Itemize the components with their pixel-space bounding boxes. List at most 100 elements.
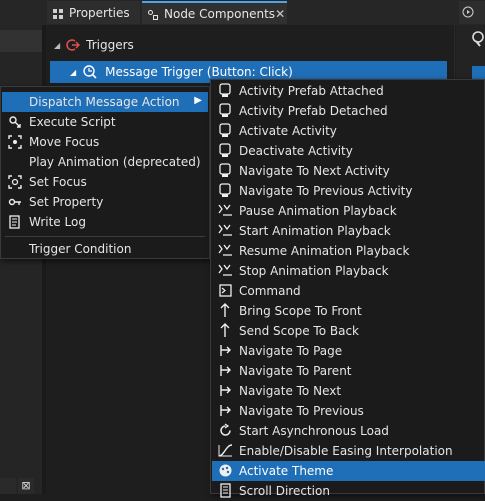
submenu-item-label: Deactivate Activity: [239, 144, 353, 158]
submenu-item-label: Navigate To Previous: [239, 404, 364, 418]
dispatch-message-submenu: Activity Prefab Attached Activity Prefab…: [210, 79, 485, 498]
close-box-icon[interactable]: ⊠: [18, 478, 34, 494]
animation-icon: [218, 263, 233, 278]
menu-item-label: Write Log: [29, 215, 86, 229]
submenu-item-deactivate-activity[interactable]: Deactivate Activity: [212, 141, 485, 161]
submenu-item-navigate-to-next[interactable]: Navigate To Next: [212, 381, 485, 401]
menu-item-trigger-condition[interactable]: Trigger Condition: [2, 239, 208, 259]
submenu-item-pause-animation-playback[interactable]: Pause Animation Playback: [212, 201, 485, 221]
submenu-item-navigate-to-previous[interactable]: Navigate To Previous: [212, 401, 485, 421]
submenu-arrow-icon: ▶: [194, 95, 202, 106]
action-context-menu: Dispatch Message Action ▶ Execute Script…: [0, 86, 210, 259]
tab-preview[interactable]: [459, 1, 485, 24]
submenu-item-label: Activity Prefab Attached: [239, 84, 384, 98]
navigate-icon: [218, 363, 233, 378]
submenu-item-stop-animation-playback[interactable]: Stop Animation Playback: [212, 261, 485, 281]
scroll-icon: [218, 483, 233, 498]
triggers-header[interactable]: ◢ Triggers: [48, 35, 454, 55]
submenu-item-activity-prefab-attached[interactable]: Activity Prefab Attached: [212, 81, 485, 101]
submenu-item-label: Stop Animation Playback: [239, 264, 389, 278]
tab-properties-label: Properties: [69, 5, 130, 20]
submenu-item-label: Navigate To Previous Activity: [239, 184, 413, 198]
menu-item-write-log[interactable]: Write Log: [2, 212, 208, 232]
activity-icon: [218, 183, 233, 198]
collapse-arrow-icon[interactable]: ◢: [70, 68, 76, 77]
animation-icon: [218, 223, 233, 238]
submenu-item-navigate-to-page[interactable]: Navigate To Page: [212, 341, 485, 361]
submenu-item-bring-scope-to-front[interactable]: Bring Scope To Front: [212, 301, 485, 321]
submenu-item-label: Navigate To Next Activity: [239, 164, 390, 178]
components-icon: [148, 9, 158, 20]
async-load-icon: [218, 423, 233, 438]
navigate-icon: [218, 383, 233, 398]
close-tab-icon[interactable]: ✕: [275, 7, 285, 21]
animation-icon: [218, 243, 233, 258]
menu-item-dispatch-message-action[interactable]: Dispatch Message Action ▶: [2, 92, 208, 112]
preview-tool-icon[interactable]: [470, 30, 485, 48]
submenu-item-activity-prefab-detached[interactable]: Activity Prefab Detached: [212, 101, 485, 121]
write-log-icon: [8, 215, 22, 229]
submenu-item-label: Activate Activity: [239, 124, 337, 138]
activity-icon: [218, 143, 233, 158]
tab-node-components[interactable]: Node Components ✕: [142, 1, 287, 24]
left-panel-selected-row[interactable]: [0, 30, 42, 52]
trigger-icon: [66, 38, 81, 52]
submenu-item-label: Send Scope To Back: [239, 324, 359, 338]
submenu-item-scroll-direction[interactable]: Scroll Direction: [212, 481, 485, 501]
submenu-item-resume-animation-playback[interactable]: Resume Animation Playback: [212, 241, 485, 261]
scope-icon: [218, 303, 233, 318]
submenu-item-navigate-to-next-activity[interactable]: Navigate To Next Activity: [212, 161, 485, 181]
menu-item-move-focus[interactable]: Move Focus: [2, 132, 208, 152]
message-trigger-icon: [83, 65, 97, 79]
submenu-item-activate-theme[interactable]: Activate Theme: [212, 461, 485, 481]
submenu-item-label: Activity Prefab Detached: [239, 104, 388, 118]
menu-item-label: Trigger Condition: [29, 242, 132, 256]
activity-icon: [218, 163, 233, 178]
submenu-item-send-scope-to-back[interactable]: Send Scope To Back: [212, 321, 485, 341]
submenu-item-label: Start Asynchronous Load: [239, 424, 389, 438]
submenu-item-command[interactable]: Command: [212, 281, 485, 301]
submenu-item-navigate-to-previous-activity[interactable]: Navigate To Previous Activity: [212, 181, 485, 201]
submenu-item-label: Resume Animation Playback: [239, 244, 410, 258]
submenu-item-activate-activity[interactable]: Activate Activity: [212, 121, 485, 141]
submenu-item-label: Navigate To Next: [239, 384, 342, 398]
left-bottom-button[interactable]: [0, 478, 16, 494]
collapse-arrow-icon[interactable]: ◢: [54, 41, 60, 50]
theme-icon: [218, 463, 233, 478]
navigate-icon: [218, 343, 233, 358]
command-icon: [218, 283, 233, 298]
submenu-item-enable-disable-easing[interactable]: Enable/Disable Easing Interpolation: [212, 441, 485, 461]
submenu-item-label: Bring Scope To Front: [239, 304, 362, 318]
submenu-item-label: Scroll Direction: [239, 484, 330, 498]
animation-icon: [218, 203, 233, 218]
triggers-label: Triggers: [86, 38, 134, 52]
move-focus-icon: [8, 135, 22, 149]
menu-item-label: Execute Script: [29, 115, 116, 129]
menu-item-set-property[interactable]: Set Property: [2, 192, 208, 212]
message-trigger-label: Message Trigger (Button: Click): [105, 65, 293, 79]
navigate-icon: [218, 403, 233, 418]
set-property-icon: [8, 195, 22, 209]
tab-properties[interactable]: Properties: [47, 1, 140, 24]
submenu-item-label: Navigate To Page: [239, 344, 343, 358]
menu-item-execute-script[interactable]: Execute Script: [2, 112, 208, 132]
tab-node-components-label: Node Components: [164, 6, 276, 21]
script-icon: [8, 115, 22, 129]
submenu-item-label: Command: [239, 284, 301, 298]
submenu-item-label: Pause Animation Playback: [239, 204, 397, 218]
set-focus-icon: [8, 175, 22, 189]
menu-item-label: Set Focus: [29, 175, 87, 189]
submenu-item-start-asynchronous-load[interactable]: Start Asynchronous Load: [212, 421, 485, 441]
menu-item-set-focus[interactable]: Set Focus: [2, 172, 208, 192]
activity-icon: [218, 103, 233, 118]
submenu-item-label: Enable/Disable Easing Interpolation: [239, 444, 453, 458]
activity-icon: [218, 83, 233, 98]
submenu-item-label: Navigate To Parent: [239, 364, 352, 378]
menu-item-play-animation[interactable]: Play Animation (deprecated): [2, 152, 208, 172]
submenu-item-start-animation-playback[interactable]: Start Animation Playback: [212, 221, 485, 241]
scope-icon: [218, 323, 233, 338]
submenu-item-navigate-to-parent[interactable]: Navigate To Parent: [212, 361, 485, 381]
menu-item-label: Move Focus: [29, 135, 100, 149]
menu-item-label: Set Property: [29, 195, 104, 209]
menu-item-label: Play Animation (deprecated): [29, 155, 201, 169]
